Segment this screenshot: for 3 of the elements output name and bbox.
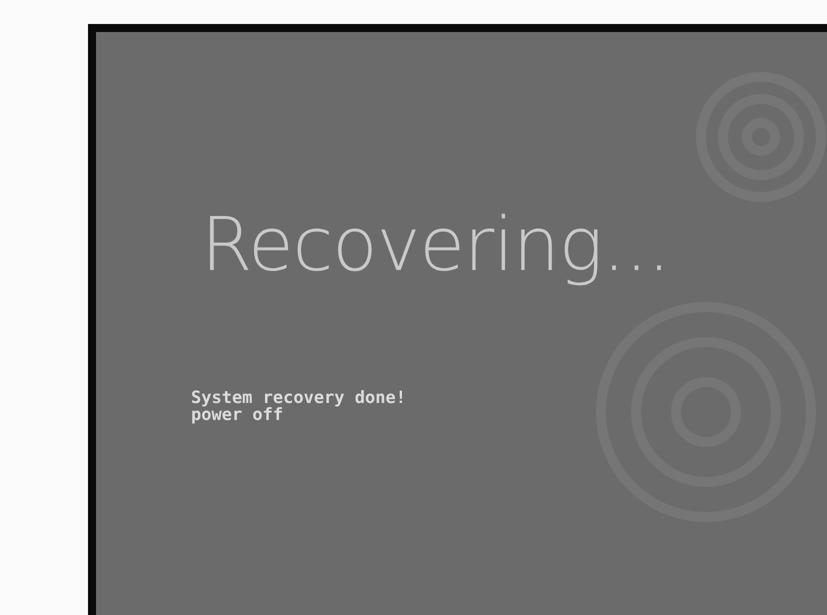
screen-title: Recovering... xyxy=(201,202,670,288)
message-line: System recovery done! xyxy=(191,388,406,408)
message-line: power off xyxy=(191,405,284,425)
